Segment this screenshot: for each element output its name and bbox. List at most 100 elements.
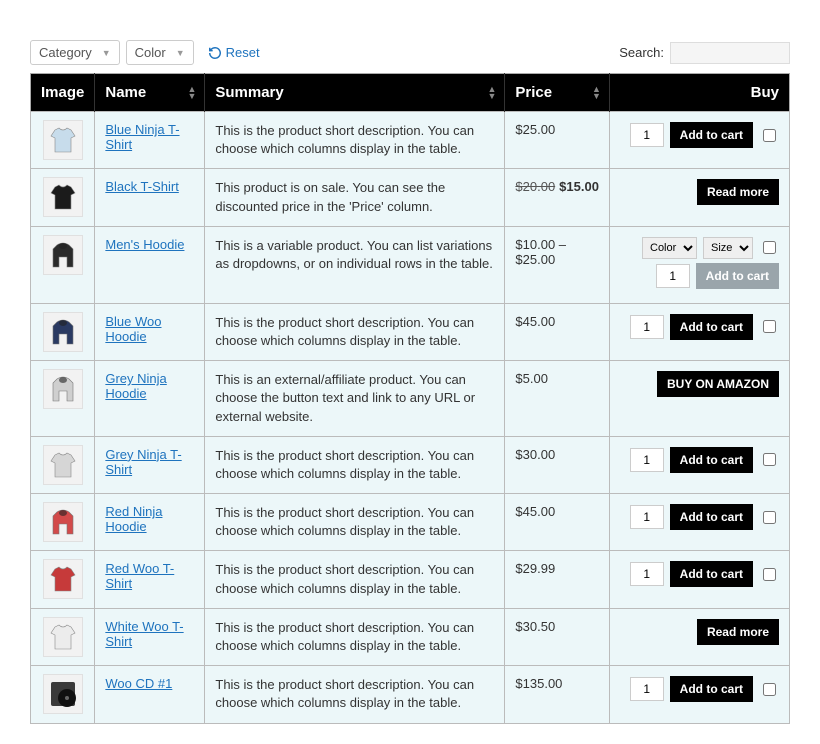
- table-row: Blue Ninja T-Shirt This is the product sh…: [31, 112, 790, 169]
- product-name-cell: Red Ninja Hoodie: [95, 494, 205, 551]
- product-link[interactable]: Red Ninja Hoodie: [105, 504, 162, 534]
- add-to-cart-button[interactable]: Add to cart: [670, 676, 753, 702]
- product-link[interactable]: Red Woo T-Shirt: [105, 561, 174, 591]
- color-filter-label: Color: [135, 45, 166, 60]
- product-name-cell: Blue Ninja T-Shirt: [95, 112, 205, 169]
- product-thumb[interactable]: [43, 312, 83, 352]
- product-thumb-cell: [31, 436, 95, 493]
- quantity-input[interactable]: [630, 315, 664, 339]
- product-summary: This product is on sale. You can see the…: [205, 169, 505, 226]
- product-summary: This is the product short description. Y…: [205, 608, 505, 665]
- table-row: Blue Woo HoodieThis is the product short…: [31, 303, 790, 360]
- quantity-input[interactable]: [630, 562, 664, 586]
- product-summary: This is an external/affiliate product. Y…: [205, 361, 505, 437]
- select-row-checkbox[interactable]: [763, 129, 776, 142]
- add-to-cart-button[interactable]: Add to cart: [670, 504, 753, 530]
- product-thumb[interactable]: [43, 674, 83, 714]
- select-row-checkbox[interactable]: [763, 241, 776, 254]
- select-row-checkbox[interactable]: [763, 320, 776, 333]
- product-name-cell: White Woo T-Shirt: [95, 608, 205, 665]
- product-summary: This is the product short description. Y…: [205, 112, 505, 169]
- buy-cell: Add to cart: [609, 666, 789, 723]
- price-sale: $15.00: [559, 179, 599, 194]
- select-row-checkbox[interactable]: [763, 511, 776, 524]
- product-thumb[interactable]: [43, 502, 83, 542]
- product-link[interactable]: Grey Ninja T-Shirt: [105, 447, 181, 477]
- col-summary[interactable]: Summary▲▼: [205, 74, 505, 112]
- product-link[interactable]: White Woo T-Shirt: [105, 619, 183, 649]
- product-name-cell: Black T-Shirt: [95, 169, 205, 226]
- add-to-cart-button[interactable]: Add to cart: [670, 122, 753, 148]
- add-to-cart-button[interactable]: Add to cart: [696, 263, 779, 289]
- table-row: White Woo T-Shirt This is the product sho…: [31, 608, 790, 665]
- product-thumb[interactable]: [43, 617, 83, 657]
- product-thumb[interactable]: [43, 445, 83, 485]
- product-price: $25.00: [505, 112, 610, 169]
- table-row: Woo CD #1This is the product short descr…: [31, 666, 790, 723]
- product-price: $135.00: [505, 666, 610, 723]
- product-thumb-cell: [31, 494, 95, 551]
- product-link[interactable]: Grey Ninja Hoodie: [105, 371, 166, 401]
- product-summary: This is the product short description. Y…: [205, 494, 505, 551]
- product-summary: This is a variable product. You can list…: [205, 226, 505, 303]
- product-thumb[interactable]: [43, 369, 83, 409]
- product-name-cell: Grey Ninja T-Shirt: [95, 436, 205, 493]
- add-to-cart-button[interactable]: Add to cart: [670, 447, 753, 473]
- col-image: Image: [31, 74, 95, 112]
- product-link[interactable]: Men's Hoodie: [105, 237, 184, 252]
- product-summary: This is the product short description. Y…: [205, 551, 505, 608]
- product-thumb[interactable]: [43, 235, 83, 275]
- product-thumb-cell: [31, 303, 95, 360]
- search-input[interactable]: [670, 42, 790, 64]
- quantity-input[interactable]: [630, 448, 664, 472]
- buy-cell: Add to cart: [609, 112, 789, 169]
- product-thumb[interactable]: [43, 559, 83, 599]
- quantity-input[interactable]: [656, 264, 690, 288]
- buy-cell: Add to cart: [609, 436, 789, 493]
- product-summary: This is the product short description. Y…: [205, 436, 505, 493]
- read-more-button[interactable]: Read more: [697, 619, 779, 645]
- chevron-down-icon: ▼: [176, 48, 185, 58]
- buy-on-amazon-button[interactable]: BUY ON AMAZON: [657, 371, 779, 397]
- select-row-checkbox[interactable]: [763, 453, 776, 466]
- select-row-checkbox[interactable]: [763, 683, 776, 696]
- product-thumb-cell: [31, 608, 95, 665]
- sort-icon: ▲▼: [187, 86, 196, 100]
- product-name-cell: Red Woo T-Shirt: [95, 551, 205, 608]
- product-link[interactable]: Blue Woo Hoodie: [105, 314, 161, 344]
- read-more-button[interactable]: Read more: [697, 179, 779, 205]
- category-filter[interactable]: Category ▼: [30, 40, 120, 65]
- sort-icon: ▲▼: [487, 86, 496, 100]
- add-to-cart-button[interactable]: Add to cart: [670, 314, 753, 340]
- select-row-checkbox[interactable]: [763, 568, 776, 581]
- add-to-cart-button[interactable]: Add to cart: [670, 561, 753, 587]
- color-filter[interactable]: Color ▼: [126, 40, 194, 65]
- table-row: Grey Ninja T-Shirt This is the product sh…: [31, 436, 790, 493]
- product-thumb[interactable]: [43, 177, 83, 217]
- product-link[interactable]: Black T-Shirt: [105, 179, 178, 194]
- buy-cell: Add to cart: [609, 551, 789, 608]
- product-price: $20.00 $15.00: [505, 169, 610, 226]
- table-row: Grey Ninja Hoodie This is an external/aff…: [31, 361, 790, 437]
- col-name[interactable]: Name▲▼: [95, 74, 205, 112]
- variation-color-select[interactable]: Color: [642, 237, 697, 259]
- reset-label: Reset: [226, 45, 260, 60]
- product-thumb-cell: [31, 666, 95, 723]
- reset-button[interactable]: Reset: [208, 45, 260, 60]
- quantity-input[interactable]: [630, 505, 664, 529]
- buy-cell: BUY ON AMAZON: [609, 361, 789, 437]
- quantity-input[interactable]: [630, 123, 664, 147]
- product-link[interactable]: Woo CD #1: [105, 676, 172, 691]
- product-price: $30.50: [505, 608, 610, 665]
- product-thumb[interactable]: [43, 120, 83, 160]
- table-row: Red Ninja Hoodie This is the product shor…: [31, 494, 790, 551]
- product-thumb-cell: [31, 169, 95, 226]
- product-price: $29.99: [505, 551, 610, 608]
- product-price: $45.00: [505, 303, 610, 360]
- table-row: Men's Hoodie This is a variable product. …: [31, 226, 790, 303]
- variation-size-select[interactable]: Size: [703, 237, 753, 259]
- price-original: $20.00: [515, 179, 555, 194]
- col-price[interactable]: Price▲▼: [505, 74, 610, 112]
- chevron-down-icon: ▼: [102, 48, 111, 58]
- product-link[interactable]: Blue Ninja T-Shirt: [105, 122, 179, 152]
